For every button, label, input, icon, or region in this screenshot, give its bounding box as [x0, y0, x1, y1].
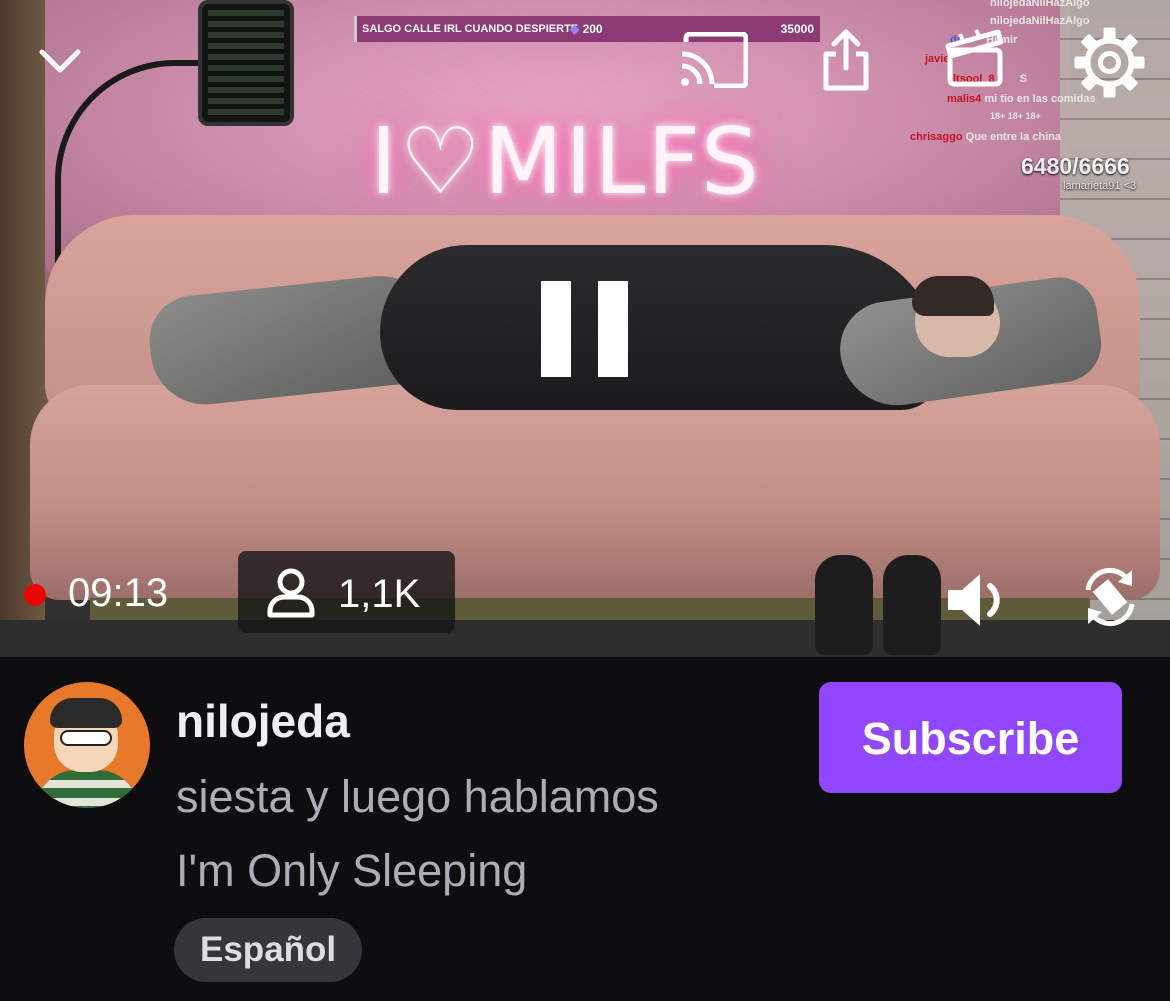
rotate-icon[interactable] — [1080, 562, 1140, 632]
stream-title: siesta y luego hablamos — [176, 771, 659, 822]
share-icon[interactable] — [818, 28, 874, 92]
neon-sign: I♡MILFS — [370, 108, 762, 215]
pause-button[interactable] — [541, 281, 629, 377]
stream-category[interactable]: I'm Only Sleeping — [176, 845, 527, 897]
goal-target: 35000 — [780, 22, 814, 36]
viewers-icon — [267, 568, 315, 618]
viewer-count-value: 1,1K — [338, 572, 421, 616]
sub-counter: 6480/6666 — [1021, 153, 1130, 179]
sub-counter-label: lamarieta91 <3 — [1063, 180, 1137, 192]
video-player[interactable]: I♡MILFS SALGO CALLE IRL CUANDO DESPIERTE… — [0, 0, 1170, 657]
viewer-count[interactable]: 1,1K — [238, 551, 455, 633]
video-scene-shoes — [815, 555, 950, 655]
volume-icon[interactable] — [944, 568, 1014, 632]
channel-name[interactable]: nilojeda — [176, 694, 350, 748]
cast-icon[interactable] — [678, 32, 748, 88]
chat-message: chrisaggo Que entre la china — [910, 131, 1062, 143]
video-scene-hair — [912, 276, 994, 316]
channel-avatar[interactable] — [24, 682, 150, 808]
chat-badges: 18+ 18+ 18+ — [990, 111, 1041, 121]
live-indicator — [24, 584, 46, 606]
pause-icon — [541, 281, 571, 377]
settings-icon[interactable] — [1072, 25, 1147, 100]
video-scene-phone — [198, 0, 294, 126]
goal-title: SALGO CALLE IRL CUANDO DESPIERTE — [362, 23, 579, 35]
clip-icon[interactable] — [942, 26, 1008, 90]
chat-message: nilojedaNilHazAlgo — [990, 0, 1090, 9]
goal-current: 200 — [570, 22, 603, 36]
language-tag[interactable]: Español — [174, 918, 363, 982]
chevron-down-icon[interactable] — [36, 38, 84, 86]
stream-goal-bar: SALGO CALLE IRL CUANDO DESPIERTE 200 350… — [354, 16, 820, 42]
subscribe-button[interactable]: Subscribe — [819, 682, 1122, 793]
live-timer: 09:13 — [68, 571, 169, 615]
